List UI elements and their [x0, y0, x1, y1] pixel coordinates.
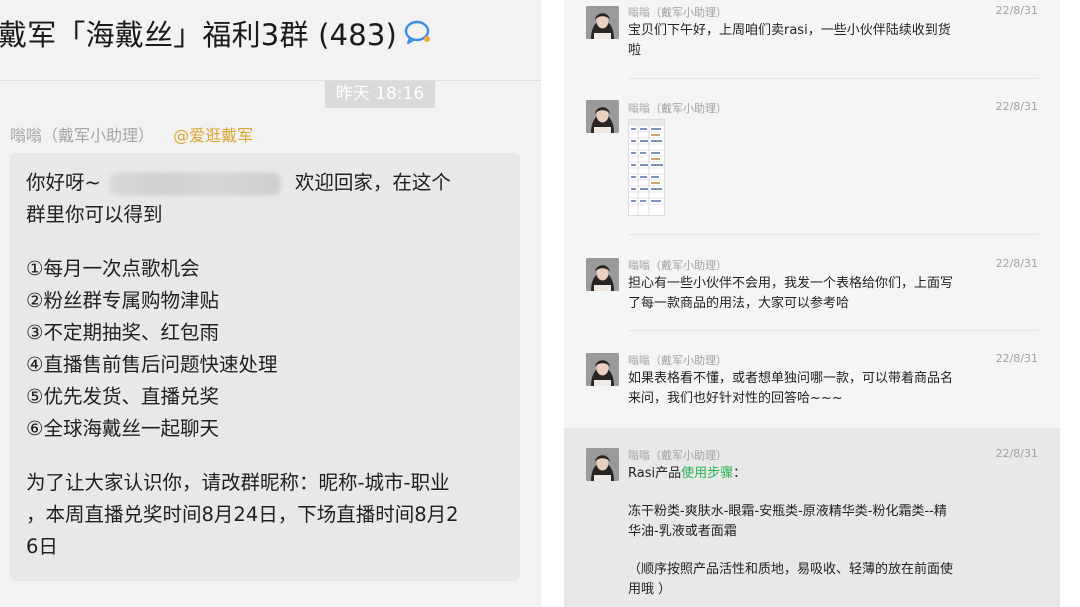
history-sender: 嗡嗡（戴军小助理） — [628, 449, 727, 462]
closing-line: 6日 — [26, 535, 58, 558]
avatar[interactable] — [586, 258, 619, 291]
closing-line: ，本周直播兑奖时间8月24日，下场直播时间8月2 — [26, 503, 459, 526]
chat-history-panel: 嗡嗡（戴军小助理） 22/8/31 宝贝们下午好，上周咱们卖rasi，一些小伙伴… — [564, 0, 1060, 607]
benefit-item: ②粉丝群专属购物津贴 — [26, 289, 219, 312]
greeting-prefix: 你好呀~ — [26, 171, 101, 194]
history-text-line: 宝贝们下午好，上周咱们卖rasi，一些小伙伴陆续收到货 — [628, 23, 951, 38]
history-text-line: 啦 — [628, 43, 642, 58]
text-plain: ： — [733, 466, 747, 481]
greeting-line: 你好呀~ 欢迎回家，在这个 — [26, 167, 510, 199]
right-edge — [1060, 0, 1080, 607]
history-item[interactable]: 嗡嗡（戴军小助理） 22/8/31 宝贝们下午好，上周咱们卖rasi，一些小伙伴… — [564, 0, 1060, 79]
history-text: 如果表格看不懂，或者想单独问哪一款，可以带着商品名 来问，我们也好针对性的回答哈… — [628, 369, 973, 409]
history-sender: 嗡嗡（戴军小助理） — [628, 102, 727, 115]
avatar[interactable] — [586, 100, 619, 133]
closing-line: 为了让大家认识你，请改群昵称：昵称-城市-职业 — [26, 471, 450, 494]
history-date: 22/8/31 — [995, 100, 1038, 113]
history-sender: 嗡嗡（戴军小助理） — [628, 354, 727, 367]
history-sender: 嗡嗡（戴军小助理） — [628, 259, 727, 272]
panel-gap — [541, 0, 564, 607]
history-text-line: Rasi产品使用步骤： — [628, 464, 973, 484]
history-date: 22/8/31 — [995, 257, 1038, 270]
benefit-item: ⑥全球海戴丝一起聊天 — [26, 417, 219, 440]
history-text: Rasi产品使用步骤： 冻干粉类-爽肤水-眼霜-安瓶类-原液精华类-粉化霜类--… — [628, 464, 973, 600]
text-plain: Rasi产品 — [628, 466, 682, 481]
history-text-line: 担心有一些小伙伴不会用，我发一个表格给你们，上面写 — [628, 276, 954, 291]
history-text-line: （顺序按照产品活性和质地，易吸收、轻薄的放在前面使 — [628, 562, 954, 577]
time-divider: 昨天 18:16 — [325, 81, 435, 108]
history-text: 宝贝们下午好，上周咱们卖rasi，一些小伙伴陆续收到货 啦 — [628, 21, 973, 61]
history-text-line: 华油-乳液或者面霜 — [628, 524, 737, 539]
message-bubble[interactable]: 你好呀~ 欢迎回家，在这个 群里你可以得到 ①每月一次点歌机会 ②粉丝群专属购物津… — [10, 153, 520, 581]
blurred-username — [108, 172, 281, 195]
history-text: 担心有一些小伙伴不会用，我发一个表格给你们，上面写 了每一款商品的用法，大家可以… — [628, 274, 973, 314]
avatar[interactable] — [586, 448, 619, 481]
chat-header: 戴军「海戴丝」福利3群 (483) — [0, 0, 541, 81]
history-date: 22/8/31 — [995, 4, 1038, 17]
history-sender: 嗡嗡（戴军小助理） — [628, 6, 727, 19]
group-title[interactable]: 戴军「海戴丝」福利3群 (483) — [0, 18, 397, 52]
benefit-item: ③不定期抽奖、红包雨 — [26, 321, 219, 344]
avatar[interactable] — [586, 353, 619, 386]
avatar[interactable] — [586, 6, 619, 39]
benefit-item: ①每月一次点歌机会 — [26, 257, 200, 280]
divider — [628, 78, 1038, 79]
history-text-line: 如果表格看不懂，或者想单独问哪一款，可以带着商品名 — [628, 371, 954, 386]
divider — [628, 330, 1038, 331]
benefit-item: ⑤优先发货、直播兑奖 — [26, 385, 219, 408]
history-item[interactable]: 嗡嗡（戴军小助理） 22/8/31 如果表格看不懂，或者想单独问哪一款，可以带着… — [564, 343, 1060, 425]
group-title-row[interactable]: 戴军「海戴丝」福利3群 (483) — [0, 12, 433, 54]
history-text-line: 了每一款商品的用法，大家可以参考哈 — [628, 296, 850, 311]
spreadsheet-thumbnail[interactable] — [628, 119, 665, 216]
divider — [628, 234, 1038, 235]
history-text-line: 来问，我们也好针对性的回答哈~~~ — [628, 391, 843, 406]
sender-line: 嗡嗡（戴军小助理） @爱逛戴军 — [10, 122, 253, 146]
history-text-line: 冻干粉类-爽肤水-眼霜-安瓶类-原液精华类-粉化霜类--精 — [628, 504, 947, 519]
group-chat-panel: 戴军「海戴丝」福利3群 (483) 昨天 18:16 嗡嗡（戴军小助理） @爱逛… — [0, 0, 541, 607]
history-text-line: 用哦 ） — [628, 582, 672, 597]
message-line: 群里你可以得到 — [26, 203, 163, 226]
usage-steps-link[interactable]: 使用步骤 — [681, 466, 733, 481]
message-body: 你好呀~ 欢迎回家，在这个 群里你可以得到 ①每月一次点歌机会 ②粉丝群专属购物津… — [26, 167, 510, 563]
mention-tag[interactable]: @爱逛戴军 — [173, 126, 253, 145]
history-item[interactable]: 嗡嗡（戴军小助理） 22/8/31 担心有一些小伙伴不会用，我发一个表格给你们，… — [564, 248, 1060, 330]
chat-bubble-icon[interactable] — [403, 18, 433, 52]
benefit-item: ④直播售前售后问题快速处理 — [26, 353, 278, 376]
greeting-suffix: 欢迎回家，在这个 — [294, 171, 451, 194]
history-date: 22/8/31 — [995, 352, 1038, 365]
sender-name[interactable]: 嗡嗡（戴军小助理） — [10, 126, 154, 145]
history-item[interactable]: 嗡嗡（戴军小助理） 22/8/31 — [564, 92, 1060, 234]
history-date: 22/8/31 — [995, 447, 1038, 460]
history-item-selected[interactable]: 嗡嗡（戴军小助理） 22/8/31 Rasi产品使用步骤： 冻干粉类-爽肤水-眼… — [564, 428, 1060, 607]
